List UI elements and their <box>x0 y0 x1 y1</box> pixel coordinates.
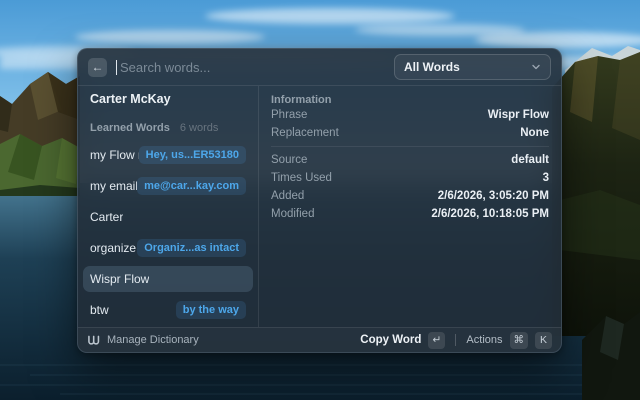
details-section-title: Information <box>271 94 332 106</box>
detail-row-source: Source default <box>271 151 549 169</box>
detail-value: default <box>511 154 549 166</box>
text-cursor <box>116 59 117 75</box>
word-filter-dropdown[interactable]: All Words <box>394 54 551 80</box>
word-name: organize th... <box>90 241 137 255</box>
word-name: my Flow ref... <box>90 148 139 162</box>
return-key-icon: ↵ <box>428 331 446 349</box>
footer-actions: Copy Word ↵ Actions ⌘ K <box>360 331 552 349</box>
list-item[interactable]: organize th... Organiz...as intact <box>83 235 253 261</box>
detail-value: 3 <box>542 172 549 184</box>
word-details-panel: Information Phrase Wispr Flow Replacemen… <box>259 86 561 327</box>
detail-label: Phrase <box>271 109 308 121</box>
section-label: Learned Words <box>90 122 170 134</box>
replacement-badge: me@car...kay.com <box>137 177 246 195</box>
word-name: Carter <box>90 210 124 224</box>
group-header: Carter McKay <box>90 92 171 106</box>
detail-value: 2/6/2026, 3:05:20 PM <box>437 190 549 202</box>
command-key-icon: ⌘ <box>509 331 528 349</box>
word-list: my Flow ref... Hey, us...ER53180 my emai… <box>83 142 253 323</box>
detail-label: Source <box>271 154 308 166</box>
search-input[interactable] <box>120 59 394 75</box>
copy-word-button[interactable]: Copy Word <box>360 334 421 346</box>
search-bar: ← All Words <box>78 49 561 86</box>
wispr-flow-dictionary-window: ← All Words Carter McKay Learned Words 6… <box>77 48 562 353</box>
detail-value: 2/6/2026, 10:18:05 PM <box>431 208 549 220</box>
manage-dictionary-button[interactable]: Manage Dictionary <box>87 334 199 346</box>
detail-row-added: Added 2/6/2026, 3:05:20 PM <box>271 187 549 205</box>
section-header: Learned Words 6 words <box>83 122 253 135</box>
detail-label: Times Used <box>271 172 332 184</box>
window-body: Carter McKay Learned Words 6 words my Fl… <box>78 86 561 327</box>
back-button[interactable]: ← <box>88 57 107 77</box>
desktop: ← All Words Carter McKay Learned Words 6… <box>0 0 640 400</box>
detail-value: None <box>520 127 549 139</box>
detail-value: Wispr Flow <box>487 109 549 121</box>
manage-dictionary-label: Manage Dictionary <box>107 334 199 346</box>
k-key-icon: K <box>535 331 552 349</box>
footer-divider <box>455 334 457 346</box>
replacement-badge: Hey, us...ER53180 <box>138 146 246 164</box>
detail-row-modified: Modified 2/6/2026, 10:18:05 PM <box>271 205 549 223</box>
word-name: btw <box>90 303 109 317</box>
list-item[interactable]: Carter <box>83 204 253 230</box>
detail-row-times-used: Times Used 3 <box>271 169 549 187</box>
detail-label: Replacement <box>271 127 339 139</box>
window-footer: Manage Dictionary Copy Word ↵ Actions ⌘ … <box>78 327 561 352</box>
list-item[interactable]: my Flow ref... Hey, us...ER53180 <box>83 142 253 168</box>
replacement-badge: Organiz...as intact <box>137 239 246 257</box>
word-name: my email a... <box>90 179 138 193</box>
wispr-flow-logo-icon <box>87 335 100 346</box>
section-count: 6 words <box>179 122 219 134</box>
chevron-down-icon <box>531 62 541 72</box>
details-divider <box>271 146 549 147</box>
word-list-panel: Carter McKay Learned Words 6 words my Fl… <box>78 86 259 327</box>
filter-selected-value: All Words <box>404 60 460 74</box>
detail-row-replacement: Replacement None <box>271 124 549 142</box>
detail-row-phrase: Phrase Wispr Flow <box>271 106 549 124</box>
list-item[interactable]: btw by the way <box>83 297 253 323</box>
list-item-selected[interactable]: Wispr Flow <box>83 266 253 292</box>
list-item[interactable]: my email a... me@car...kay.com <box>83 173 253 199</box>
detail-label: Added <box>271 190 305 202</box>
arrow-left-icon: ← <box>91 60 104 74</box>
actions-button[interactable]: Actions <box>466 334 502 346</box>
word-name: Wispr Flow <box>90 272 150 286</box>
replacement-badge: by the way <box>175 301 246 319</box>
detail-label: Modified <box>271 208 315 220</box>
